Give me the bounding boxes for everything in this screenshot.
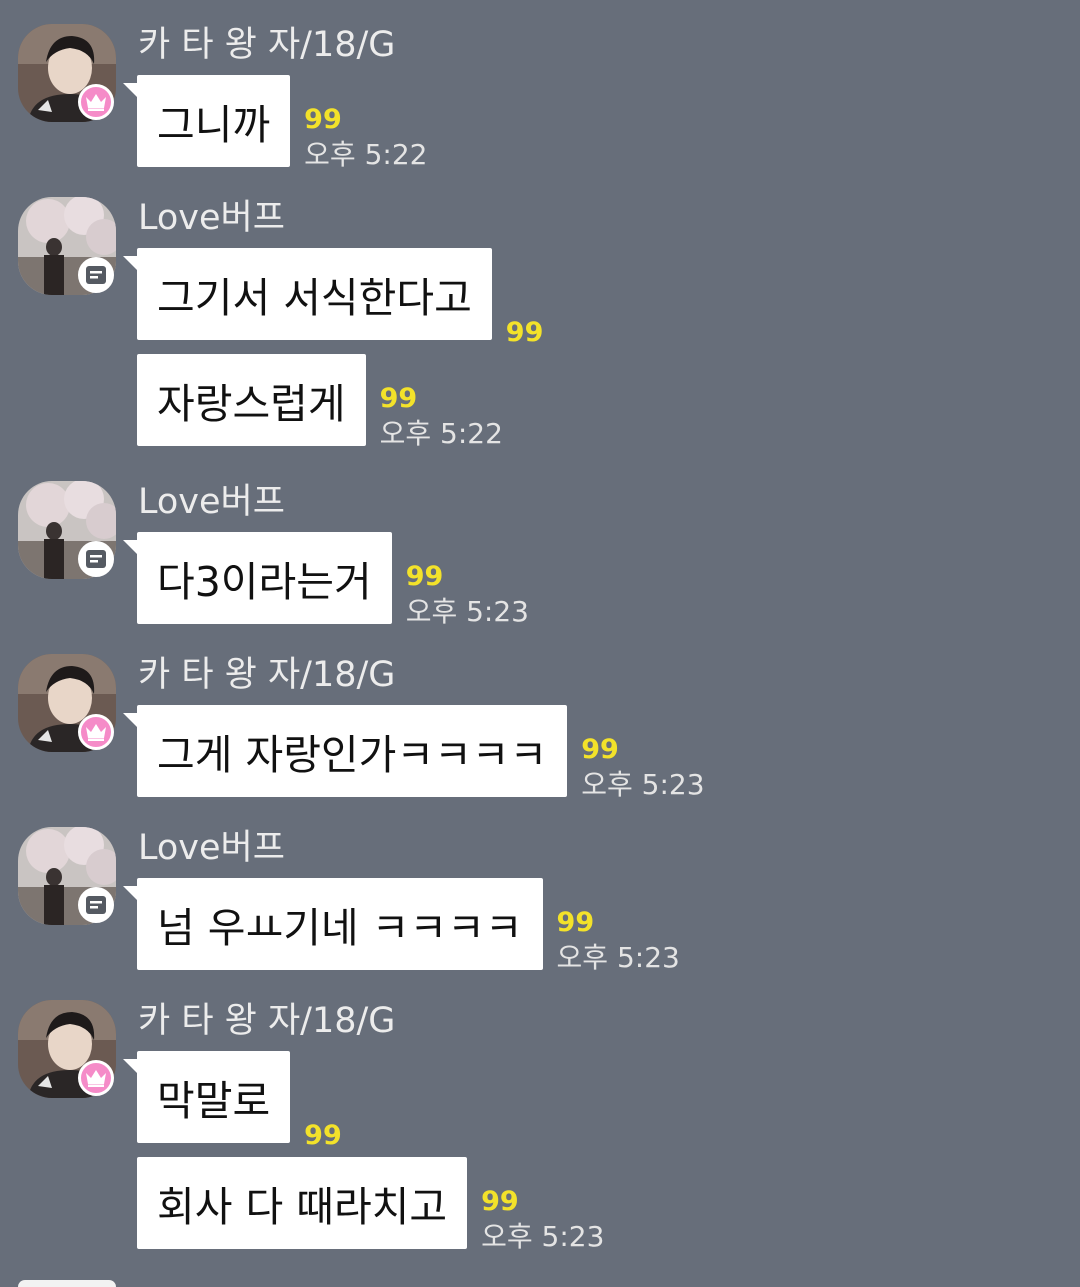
badge-card <box>78 541 114 577</box>
sender-name: Love버프 <box>138 828 285 868</box>
message-time: 오후 5:23 <box>481 1220 605 1253</box>
unread-count: 99 <box>304 1120 342 1151</box>
message-bubble[interactable]: 그기서 서식한다고 <box>123 248 492 340</box>
unread-count: 99 <box>556 907 595 938</box>
message-bubble[interactable]: 막말로 <box>122 1051 291 1143</box>
message-bubble[interactable]: 다3이라는거 <box>123 532 392 624</box>
sender-name: 카 타 왕 자/18/G <box>138 25 396 65</box>
message-row: 자랑스럽게 99 오후 5:22 <box>137 354 503 450</box>
sender-name: Love버프 <box>138 198 285 238</box>
message-time: 오후 5:23 <box>556 941 680 974</box>
badge-crown <box>78 714 114 750</box>
message-bubble[interactable]: 그게 자랑인가ㅋㅋㅋㅋ <box>122 705 568 797</box>
message-row: 회사 다 때라치고 99 오후 5:23 <box>137 1157 604 1253</box>
unread-count: 99 <box>481 1186 519 1217</box>
message-row: 넘 우ㅛ기네 ㅋㅋㅋㅋ 99 오후 5:23 <box>123 878 680 974</box>
message-row: 그게 자랑인가ㅋㅋㅋㅋ 99 오후 5:23 <box>122 705 705 801</box>
sender-name: Love버프 <box>138 482 285 522</box>
unread-count: 99 <box>581 734 619 765</box>
card-icon <box>86 266 106 284</box>
message-row: 그기서 서식한다고 99 <box>123 248 543 348</box>
unread-count: 99 <box>304 104 342 135</box>
badge-card <box>78 887 114 923</box>
badge-crown <box>78 1060 114 1096</box>
crown-icon <box>86 724 106 741</box>
unread-count: 99 <box>405 561 444 592</box>
message-bubble[interactable]: 자랑스럽게 <box>137 354 366 446</box>
message-row: 다3이라는거 99 오후 5:23 <box>123 532 529 628</box>
message-time: 오후 5:23 <box>581 768 705 801</box>
card-icon <box>86 550 106 568</box>
chat-room: 카 타 왕 자/18/G 그니까 99 오후 5:22 Love버프 그기서 서… <box>0 0 1080 1287</box>
unread-count: 99 <box>505 317 544 348</box>
crown-icon <box>86 1070 106 1087</box>
message-bubble[interactable]: 그니까 <box>122 75 291 167</box>
message-bubble[interactable]: 넘 우ㅛ기네 ㅋㅋㅋㅋ <box>123 878 543 970</box>
card-icon <box>86 896 106 914</box>
message-bubble[interactable]: 회사 다 때라치고 <box>137 1157 468 1249</box>
message-time: 오후 5:22 <box>304 138 428 171</box>
unread-count: 99 <box>379 383 418 414</box>
crown-icon <box>86 94 106 111</box>
badge-card <box>78 257 114 293</box>
message-time: 오후 5:23 <box>405 595 529 628</box>
sender-name: 카 타 왕 자/18/G <box>138 1001 396 1041</box>
message-row: 막말로 99 <box>122 1051 342 1151</box>
message-row: 그니까 99 오후 5:22 <box>122 75 427 171</box>
badge-crown <box>78 84 114 120</box>
message-time: 오후 5:22 <box>379 417 503 450</box>
sender-name: 카 타 왕 자/18/G <box>138 655 396 695</box>
avatar-partial[interactable] <box>18 1280 116 1287</box>
